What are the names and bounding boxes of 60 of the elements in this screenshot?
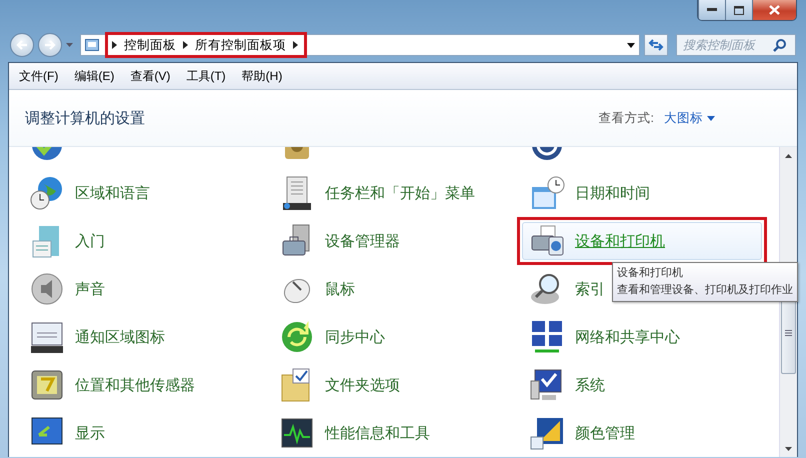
- network-icon: [529, 319, 565, 355]
- refresh-button[interactable]: [644, 34, 668, 56]
- page-title: 调整计算机的设置: [25, 108, 145, 128]
- back-arrow-icon: [16, 40, 28, 50]
- control-panel-item[interactable]: 显示: [17, 409, 267, 457]
- control-panel-icon: [85, 38, 99, 52]
- close-button[interactable]: [752, 0, 796, 20]
- control-panel-item[interactable]: 日期和时间: [517, 169, 767, 217]
- maximize-button[interactable]: [725, 0, 752, 20]
- control-panel-item[interactable]: 网络和共享中心: [517, 313, 767, 361]
- chevron-icon[interactable]: [183, 41, 188, 49]
- control-panel-item[interactable]: 入门: [17, 217, 267, 265]
- speaker-icon: [29, 271, 65, 307]
- refresh-arrows-icon: [648, 38, 664, 52]
- tooltip-title: 设备和打印机: [617, 266, 684, 281]
- sync-icon: [279, 319, 315, 355]
- chevron-icon[interactable]: [293, 41, 298, 49]
- back-button[interactable]: [10, 33, 34, 57]
- calendar-clock-icon: [529, 175, 565, 211]
- control-panel-item[interactable]: 鼠标: [267, 265, 517, 313]
- control-panel-item[interactable]: 设备和打印机: [517, 217, 767, 265]
- forward-button[interactable]: [38, 33, 62, 57]
- control-panel-item[interactable]: 性能信息和工具: [267, 409, 517, 457]
- dropdown-caret-icon[interactable]: [627, 42, 635, 48]
- tooltip-description: 查看和管理设备、打印机及打印作业: [617, 283, 793, 298]
- menu-item[interactable]: 帮助(H): [236, 66, 288, 86]
- search-field[interactable]: 搜索控制面板: [676, 34, 796, 56]
- control-panel-item[interactable]: 区域和语言: [17, 169, 267, 217]
- color-icon: [529, 415, 565, 451]
- view-dropdown[interactable]: 大图标: [664, 110, 715, 126]
- control-panel-item[interactable]: 任务栏和「开始」菜单: [267, 169, 517, 217]
- caret-icon: [707, 116, 715, 120]
- globe-clock-icon: [29, 175, 65, 211]
- address-field[interactable]: 控制面板 所有控制面板项: [80, 34, 640, 56]
- control-panel-item[interactable]: 通知区域图标: [17, 313, 267, 361]
- control-panel-item[interactable]: 颜色管理: [517, 409, 767, 457]
- scroll-down-icon[interactable]: [785, 446, 792, 450]
- maximize-icon: [734, 6, 744, 14]
- chevron-icon[interactable]: [112, 41, 117, 49]
- scroll-up-icon[interactable]: [785, 154, 792, 158]
- control-panel-item[interactable]: 文件夹选项: [267, 361, 517, 409]
- minimize-button[interactable]: [698, 0, 725, 20]
- minimize-icon: [707, 8, 717, 12]
- control-panel-item[interactable]: 声音: [17, 265, 267, 313]
- control-panel-item[interactable]: 同步中心: [267, 313, 517, 361]
- menu-item[interactable]: 文件(F): [13, 66, 64, 86]
- breadcrumb-item[interactable]: 控制面板: [124, 36, 176, 54]
- search-icon: [773, 38, 786, 52]
- breadcrumb-item[interactable]: 所有控制面板项: [195, 36, 286, 54]
- control-panel-item[interactable]: 系统: [517, 361, 767, 409]
- forward-arrow-icon: [44, 40, 56, 50]
- caret-icon: [66, 43, 73, 47]
- menu-item[interactable]: 编辑(E): [68, 66, 120, 86]
- control-panel-item[interactable]: 设备管理器: [267, 217, 517, 265]
- view-by-label: 查看方式:: [598, 110, 654, 126]
- grip-icon: [785, 330, 792, 336]
- menu-item[interactable]: 工具(T): [180, 66, 232, 86]
- control-panel-item[interactable]: 位置和其他传感器: [17, 361, 267, 409]
- menu-item[interactable]: 查看(V): [124, 66, 176, 86]
- close-icon: [769, 5, 780, 15]
